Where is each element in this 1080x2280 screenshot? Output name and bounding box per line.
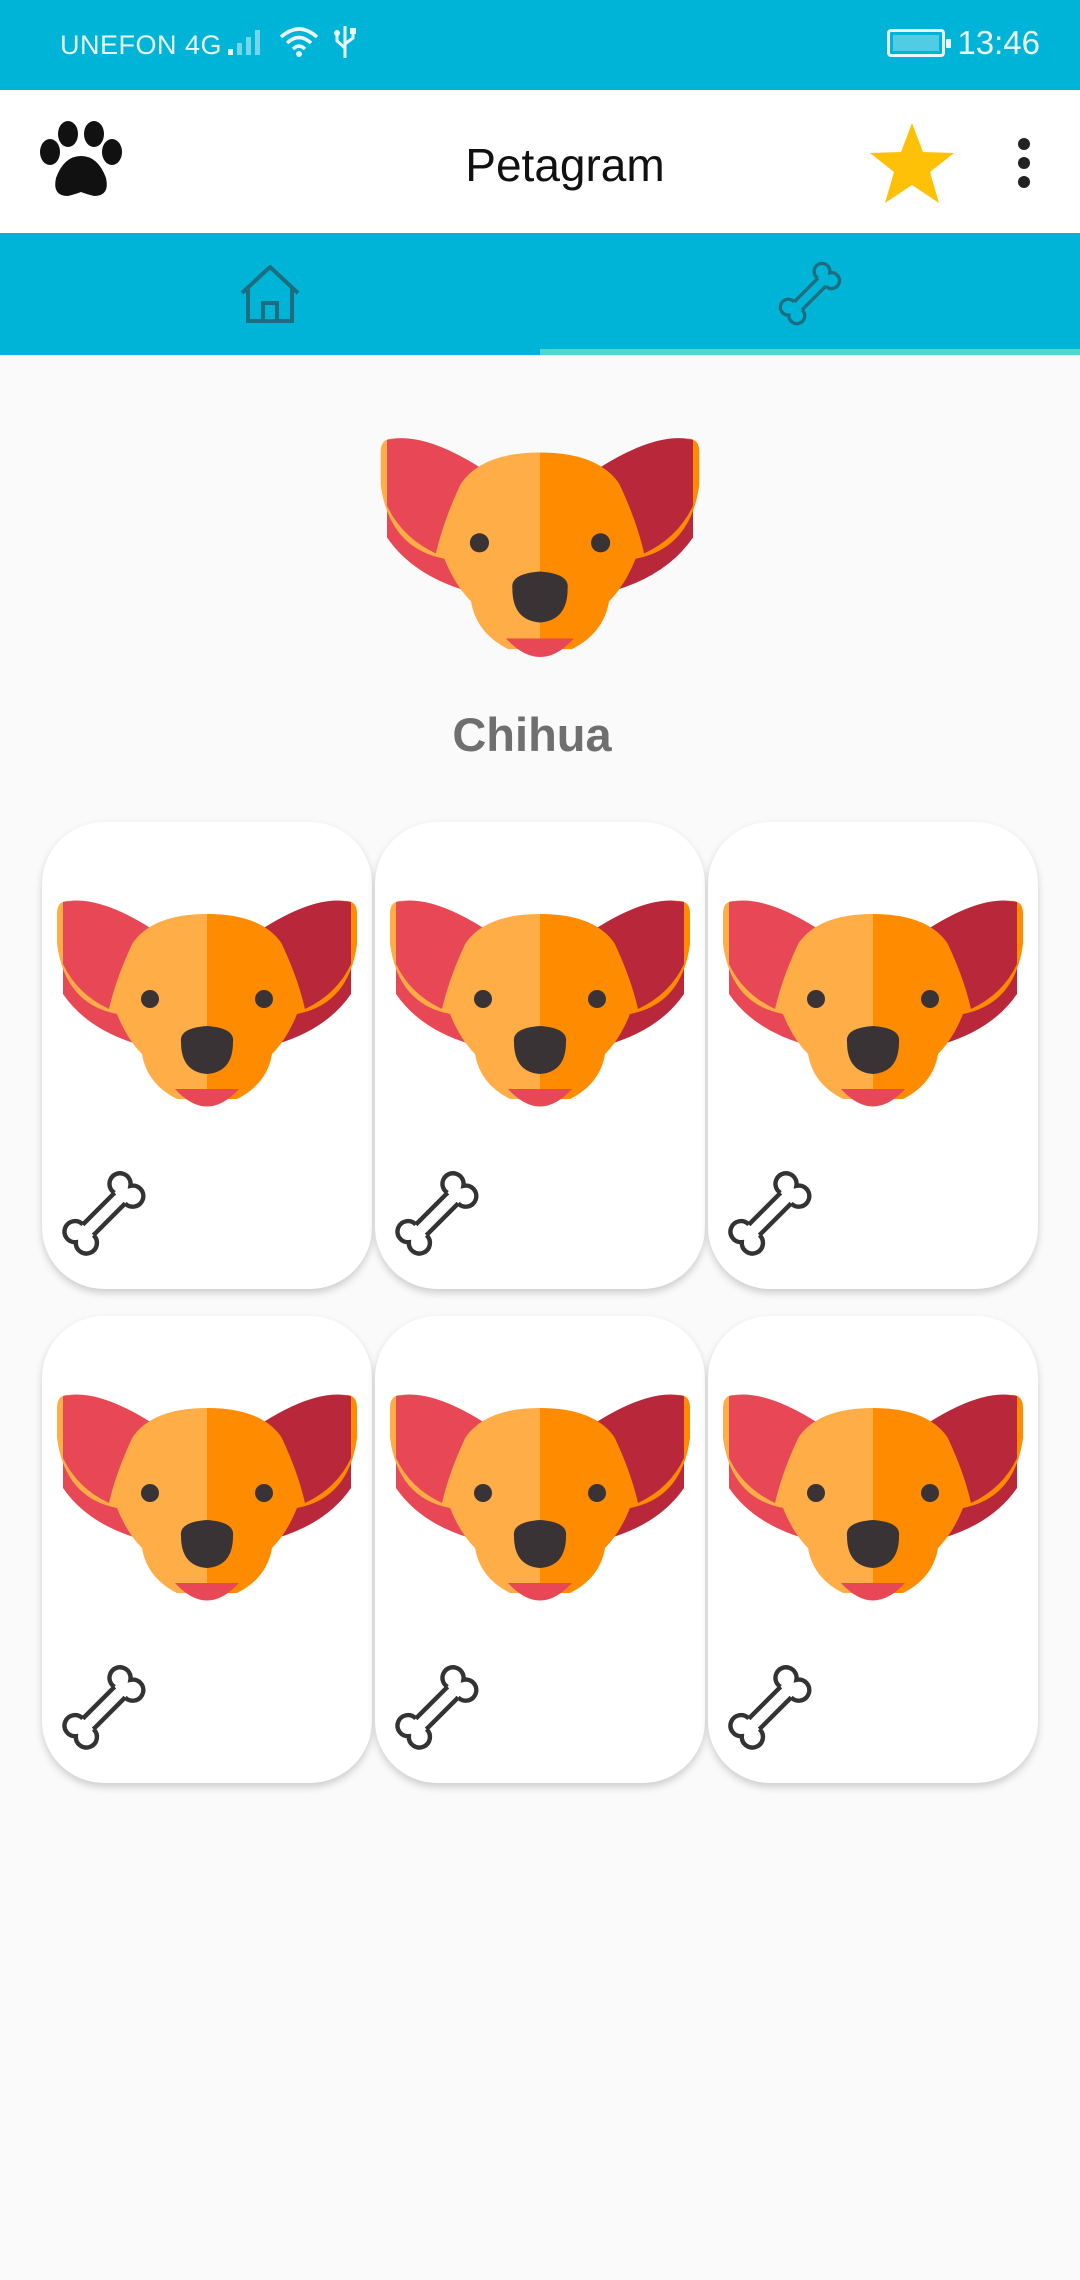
status-bar: UNEFON 4G 13:46 bbox=[0, 0, 1080, 90]
bone-icon[interactable] bbox=[393, 1170, 481, 1258]
photo-card[interactable] bbox=[708, 1316, 1038, 1783]
tab-home[interactable] bbox=[0, 233, 540, 355]
wifi-icon bbox=[279, 27, 319, 57]
usb-icon bbox=[334, 26, 356, 58]
home-icon bbox=[240, 265, 300, 323]
bone-icon bbox=[778, 261, 842, 326]
dog-photo bbox=[57, 1368, 357, 1608]
star-icon[interactable] bbox=[868, 120, 956, 206]
signal-icon bbox=[228, 30, 260, 55]
photo-card[interactable] bbox=[375, 1316, 705, 1783]
app-bar: Petagram bbox=[0, 90, 1080, 233]
carrier-label: UNEFON 4G bbox=[60, 30, 223, 60]
dog-avatar bbox=[375, 410, 705, 665]
photo-card[interactable] bbox=[42, 822, 372, 1289]
photo-card[interactable] bbox=[375, 822, 705, 1289]
bone-icon[interactable] bbox=[726, 1170, 814, 1258]
bone-icon[interactable] bbox=[726, 1664, 814, 1752]
clock: 13:46 bbox=[957, 24, 1040, 61]
battery-icon bbox=[887, 29, 952, 57]
profile-header: Chihua bbox=[0, 355, 1080, 805]
photo-card[interactable] bbox=[42, 1316, 372, 1783]
dog-photo bbox=[390, 1368, 690, 1608]
photo-card[interactable] bbox=[708, 822, 1038, 1289]
bone-icon[interactable] bbox=[60, 1664, 148, 1752]
dog-photo bbox=[57, 874, 357, 1114]
tab-bone[interactable] bbox=[540, 233, 1080, 355]
pet-name: Chihua bbox=[452, 708, 612, 761]
bone-icon[interactable] bbox=[393, 1664, 481, 1752]
more-vert-icon[interactable] bbox=[1010, 138, 1038, 188]
dog-photo bbox=[723, 1368, 1023, 1608]
dog-photo bbox=[723, 874, 1023, 1114]
status-icons bbox=[226, 24, 358, 60]
bone-icon[interactable] bbox=[60, 1170, 148, 1258]
tab-bar bbox=[0, 233, 1080, 355]
dog-photo bbox=[390, 874, 690, 1114]
